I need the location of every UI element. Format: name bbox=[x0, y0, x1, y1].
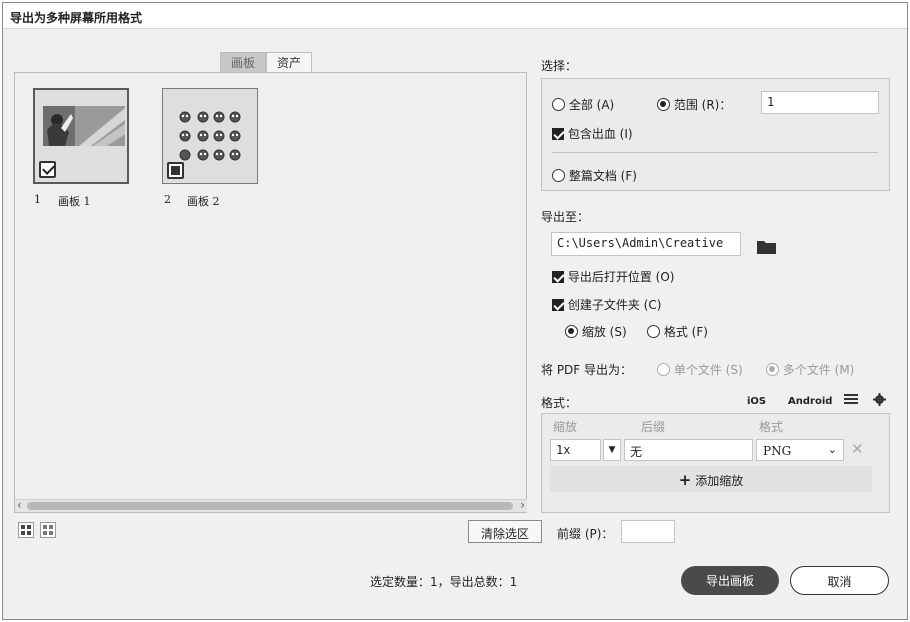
create-subfolders-label: 创建子文件夹 (C) bbox=[567, 298, 662, 312]
radio-pdf-multiple-indicator[interactable] bbox=[766, 363, 779, 376]
radio-all-label: 全部 (A) bbox=[568, 98, 615, 112]
radio-subfolder-scale-indicator[interactable] bbox=[565, 325, 578, 338]
select-divider bbox=[552, 152, 878, 153]
grid-view-icon[interactable] bbox=[18, 522, 34, 538]
export-path-input[interactable]: C:\Users\Admin\Creative bbox=[551, 232, 741, 256]
open-after-export-check-icon[interactable] bbox=[552, 271, 564, 283]
include-bleed-checkbox[interactable]: 包含出血 (I) bbox=[552, 125, 633, 142]
format-table bbox=[541, 413, 890, 513]
open-after-export-checkbox[interactable]: 导出后打开位置 (O) bbox=[552, 268, 674, 285]
android-preset-button[interactable]: Android bbox=[788, 396, 832, 407]
create-subfolders-checkbox[interactable]: 创建子文件夹 (C) bbox=[552, 296, 661, 313]
tab-assets[interactable]: 资产 bbox=[266, 52, 313, 72]
export-to-heading: 导出至： bbox=[541, 210, 590, 224]
radio-subfolder-scale-label: 缩放 (S) bbox=[581, 325, 627, 339]
artboard-1-checkbox[interactable] bbox=[39, 161, 56, 178]
clear-selection-button[interactable]: 清除选区 bbox=[468, 520, 542, 543]
radio-subfolder-format[interactable]: 格式 (F) bbox=[647, 323, 708, 340]
list-menu-icon[interactable] bbox=[844, 392, 858, 406]
include-bleed-label: 包含出血 (I) bbox=[567, 127, 633, 141]
folder-icon[interactable] bbox=[757, 239, 776, 254]
suffix-input[interactable]: 无 bbox=[624, 439, 753, 461]
select-heading: 选择： bbox=[541, 59, 578, 73]
prefix-label: 前缀 (P)： bbox=[557, 527, 614, 541]
radio-range-label: 范围 (R)： bbox=[673, 98, 732, 112]
include-bleed-check-icon[interactable] bbox=[552, 128, 564, 140]
gear-icon[interactable] bbox=[873, 393, 886, 406]
dialog-title: 导出为多种屏幕所用格式 bbox=[3, 3, 907, 29]
format-select-value: PNG bbox=[763, 444, 792, 458]
ios-preset-button[interactable]: iOS bbox=[747, 396, 766, 407]
format-select[interactable]: PNG ⌄ bbox=[756, 439, 844, 461]
radio-whole-document-label: 整篇文档 (F) bbox=[568, 169, 637, 183]
open-after-export-label: 导出后打开位置 (O) bbox=[567, 270, 675, 284]
add-scale-button[interactable]: + 添加缩放 bbox=[550, 466, 872, 492]
col-scale-header: 缩放 bbox=[553, 420, 578, 434]
scroll-left-icon[interactable]: ‹ bbox=[17, 498, 22, 512]
radio-pdf-single-indicator[interactable] bbox=[657, 363, 670, 376]
radio-whole-document[interactable]: 整篇文档 (F) bbox=[552, 167, 637, 184]
tab-artboards[interactable]: 画板 bbox=[220, 52, 267, 72]
artboard-thumbnail-2[interactable] bbox=[162, 88, 258, 184]
add-scale-label: 添加缩放 bbox=[695, 474, 744, 488]
plus-icon: + bbox=[678, 471, 692, 489]
radio-range[interactable]: 范围 (R)： bbox=[657, 96, 731, 113]
artboard-1-label: 画板 1 bbox=[58, 195, 91, 208]
prefix-input[interactable] bbox=[621, 520, 675, 543]
radio-subfolder-format-indicator[interactable] bbox=[647, 325, 660, 338]
scroll-right-icon[interactable]: › bbox=[520, 498, 525, 512]
scale-input[interactable]: 1x bbox=[550, 439, 601, 461]
range-input[interactable]: 1 bbox=[761, 91, 879, 114]
view-mode-toggle bbox=[18, 522, 56, 538]
export-summary: 选定数量：1，导出总数：1 bbox=[370, 575, 518, 589]
radio-subfolder-format-label: 格式 (F) bbox=[663, 325, 708, 339]
artboard-horizontal-scrollbar[interactable]: ‹ › bbox=[15, 498, 527, 512]
chevron-down-icon: ⌄ bbox=[827, 443, 837, 456]
col-format-header: 格式 bbox=[759, 420, 784, 434]
radio-all-indicator[interactable] bbox=[552, 98, 565, 111]
scale-dropdown-icon[interactable]: ▼ bbox=[603, 439, 621, 461]
radio-pdf-single[interactable]: 单个文件 (S) bbox=[657, 361, 743, 378]
radio-range-indicator[interactable] bbox=[657, 98, 670, 111]
radio-subfolder-scale[interactable]: 缩放 (S) bbox=[565, 323, 627, 340]
radio-all[interactable]: 全部 (A) bbox=[552, 96, 614, 113]
artboard-1-number: 1 bbox=[34, 193, 41, 206]
cancel-button[interactable]: 取消 bbox=[790, 566, 889, 595]
col-suffix-header: 后缀 bbox=[641, 420, 666, 434]
export-artboards-button[interactable]: 导出画板 bbox=[681, 566, 779, 595]
scrollbar-thumb[interactable] bbox=[27, 502, 513, 510]
pdf-export-label: 将 PDF 导出为： bbox=[541, 363, 633, 377]
create-subfolders-check-icon[interactable] bbox=[552, 299, 564, 311]
artboard-2-label: 画板 2 bbox=[187, 195, 220, 208]
artboard-2-number: 2 bbox=[164, 193, 171, 206]
formats-heading: 格式： bbox=[541, 396, 578, 410]
radio-pdf-multiple-label: 多个文件 (M) bbox=[782, 363, 855, 377]
artboard-2-checkbox[interactable] bbox=[167, 162, 184, 179]
remove-scale-icon[interactable]: ✕ bbox=[851, 440, 864, 458]
radio-pdf-multiple[interactable]: 多个文件 (M) bbox=[766, 361, 854, 378]
radio-pdf-single-label: 单个文件 (S) bbox=[673, 363, 743, 377]
list-view-icon[interactable] bbox=[40, 522, 56, 538]
radio-whole-document-indicator[interactable] bbox=[552, 169, 565, 182]
artboard-asset-tabs: 画板 资产 bbox=[220, 52, 313, 72]
artboard-thumbnail-1[interactable] bbox=[33, 88, 129, 184]
